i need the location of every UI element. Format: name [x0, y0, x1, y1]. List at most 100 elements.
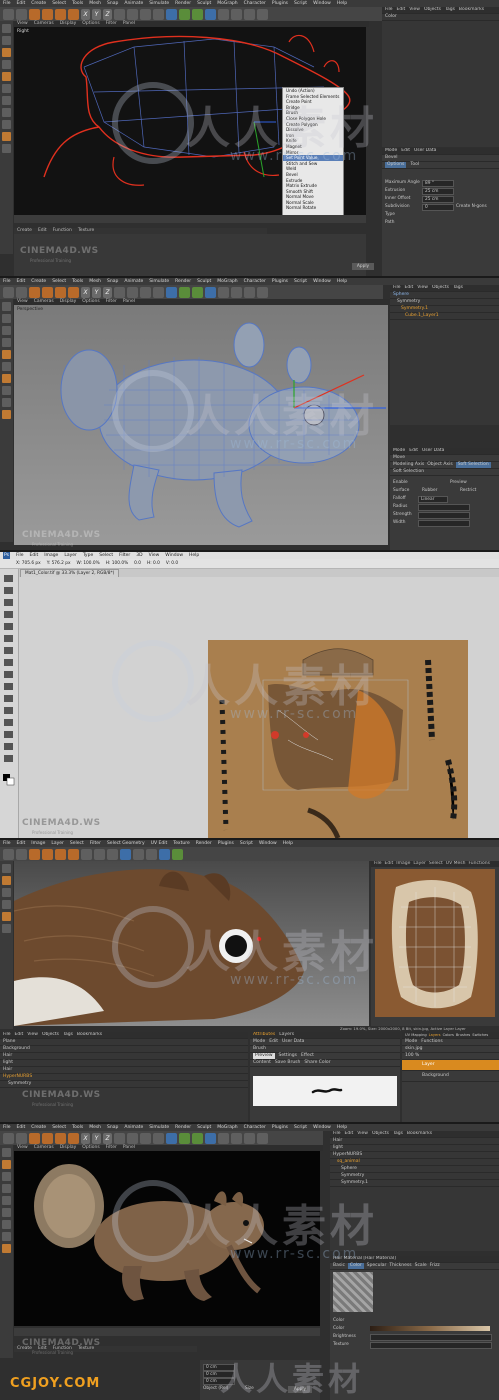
undo-icon[interactable] [3, 8, 14, 20]
x-axis-button[interactable]: X [81, 286, 90, 298]
om-menu-tags[interactable]: Tags [393, 1131, 403, 1137]
menu-script[interactable]: Script [294, 0, 307, 7]
render-picture-viewer-icon[interactable] [140, 286, 151, 298]
light-icon[interactable] [257, 286, 268, 298]
subdivision-field[interactable]: 0 [422, 204, 454, 211]
attr-tab-options[interactable]: Options [385, 162, 407, 168]
menu-render[interactable]: Render [175, 278, 191, 285]
menu-help[interactable]: Help [337, 0, 347, 7]
menu-sculpt[interactable]: Sculpt [197, 0, 211, 7]
render-view-icon[interactable] [127, 286, 138, 298]
ps-option-h[interactable]: H: 100.0% [106, 561, 128, 566]
move-icon[interactable] [42, 1132, 53, 1144]
layers-menu-functions[interactable]: Functions [421, 1039, 443, 1045]
axis-mode-icon[interactable] [2, 108, 11, 117]
spline-pen-icon[interactable] [179, 8, 190, 20]
brush-tab-preview[interactable]: Preview [253, 1053, 275, 1059]
attr-tab-object-axis[interactable]: Object Axis [427, 462, 452, 468]
mat-tab-color[interactable]: Color [347, 1263, 364, 1269]
render-view-icon[interactable] [127, 1132, 138, 1144]
ps-menu-help[interactable]: Help [189, 552, 199, 559]
attr-tab-soft-selection[interactable]: Soft Selection [455, 462, 491, 468]
menu-plugins[interactable]: Plugins [272, 1124, 288, 1131]
menu-create[interactable]: Create [31, 278, 46, 285]
ps-menu-filter[interactable]: Filter [119, 552, 130, 559]
menu-tools[interactable]: Tools [72, 1124, 83, 1131]
make-editable-icon[interactable] [2, 1148, 11, 1157]
om-menu-objects[interactable]: Objects [372, 1131, 389, 1137]
bp-menu-texture[interactable]: Texture [173, 840, 189, 847]
bp-menu-layer[interactable]: Layer [51, 840, 64, 847]
menu-tools[interactable]: Tools [72, 278, 83, 285]
bp-menu-image[interactable]: Image [31, 840, 45, 847]
texture-mode-icon[interactable] [2, 876, 11, 885]
ps-menu-window[interactable]: Window [165, 552, 183, 559]
om-menu-file[interactable]: File [3, 1032, 11, 1038]
attr-menu-user-data[interactable]: User Data [422, 448, 444, 454]
ps-menu-view[interactable]: View [149, 552, 160, 559]
rotate-icon[interactable] [68, 1132, 79, 1144]
object-row[interactable]: sq_animal [330, 1159, 499, 1166]
bp-menu-render[interactable]: Render [196, 840, 212, 847]
radius-field[interactable] [418, 504, 470, 511]
menu-file[interactable]: File [3, 278, 11, 285]
snapping-icon[interactable] [2, 410, 11, 419]
attr-menu-edit[interactable]: Edit [401, 148, 410, 154]
brush-tab-effect[interactable]: Effect [301, 1053, 314, 1059]
camera-icon[interactable] [244, 286, 255, 298]
workplane-icon[interactable] [2, 60, 11, 69]
hair-gradient[interactable] [370, 1326, 490, 1331]
tab-layers[interactable]: Layers [279, 1032, 294, 1038]
spline-pen-icon[interactable] [179, 286, 190, 298]
undo-icon[interactable] [3, 286, 14, 298]
om-menu-edit[interactable]: Edit [345, 1131, 354, 1137]
menu-mograph[interactable]: MoGraph [217, 1124, 237, 1131]
polygons-mode-icon[interactable] [2, 1220, 11, 1229]
make-editable-icon[interactable] [2, 24, 11, 33]
attr-menu-edit[interactable]: Edit [409, 448, 418, 454]
menu-simulate[interactable]: Simulate [149, 1124, 169, 1131]
undo-icon[interactable] [3, 1132, 14, 1144]
menu-mograph[interactable]: MoGraph [217, 0, 237, 7]
polygons-mode-icon[interactable] [2, 96, 11, 105]
rotate-icon[interactable] [68, 8, 79, 20]
polygons-mode-icon[interactable] [2, 900, 11, 909]
ps-option-hskew[interactable]: H: 0.0 [147, 561, 160, 566]
attr-menu-edit[interactable]: Edit [269, 1039, 278, 1045]
make-editable-icon[interactable] [2, 302, 11, 311]
layers-menu-mode[interactable]: Mode [405, 1039, 417, 1045]
texture-mode-icon[interactable] [2, 48, 11, 57]
live-select-icon[interactable] [29, 848, 40, 860]
scale-icon[interactable] [55, 1132, 66, 1144]
rotate-icon[interactable] [68, 286, 79, 298]
menu-file[interactable]: File [3, 0, 11, 7]
ps-menu-edit[interactable]: Edit [30, 552, 39, 559]
model-mode-icon[interactable] [2, 314, 11, 323]
attr-label-restrict[interactable]: Restrict [460, 488, 476, 493]
z-axis-button[interactable]: Z [103, 8, 112, 20]
menu-simulate[interactable]: Simulate [149, 0, 169, 7]
menu-snap[interactable]: Snap [107, 1124, 118, 1131]
om-menu-file[interactable]: File [393, 285, 401, 291]
deformer-icon[interactable] [218, 8, 229, 20]
ctx-item[interactable]: Normal Rotate [283, 205, 343, 211]
menu-animate[interactable]: Animate [124, 1124, 143, 1131]
share-color-checkbox[interactable]: Share Color [304, 1060, 330, 1066]
attr-menu-user-data[interactable]: User Data [282, 1039, 304, 1045]
object-row[interactable]: Symmetry.1 [390, 306, 499, 313]
inner-offset-field[interactable]: 25 cm [422, 196, 454, 203]
timeline[interactable] [14, 215, 366, 223]
object-row[interactable]: Sphere [390, 292, 499, 299]
om-menu-view[interactable]: View [409, 7, 420, 13]
redo-icon[interactable] [16, 848, 27, 860]
bp-menu-select[interactable]: Select [70, 840, 84, 847]
om-menu-edit[interactable]: Edit [405, 285, 414, 291]
projection-paint-icon[interactable] [120, 848, 131, 860]
points-mode-icon[interactable] [2, 1196, 11, 1205]
render-view-icon[interactable] [133, 848, 144, 860]
om-menu-tags[interactable]: Tags [63, 1032, 73, 1038]
object-row[interactable]: light [330, 1145, 499, 1152]
ps-menu-select[interactable]: Select [99, 552, 113, 559]
axis-mode-icon[interactable] [2, 1232, 11, 1241]
tab-brushes[interactable]: Brushes [456, 1032, 470, 1038]
